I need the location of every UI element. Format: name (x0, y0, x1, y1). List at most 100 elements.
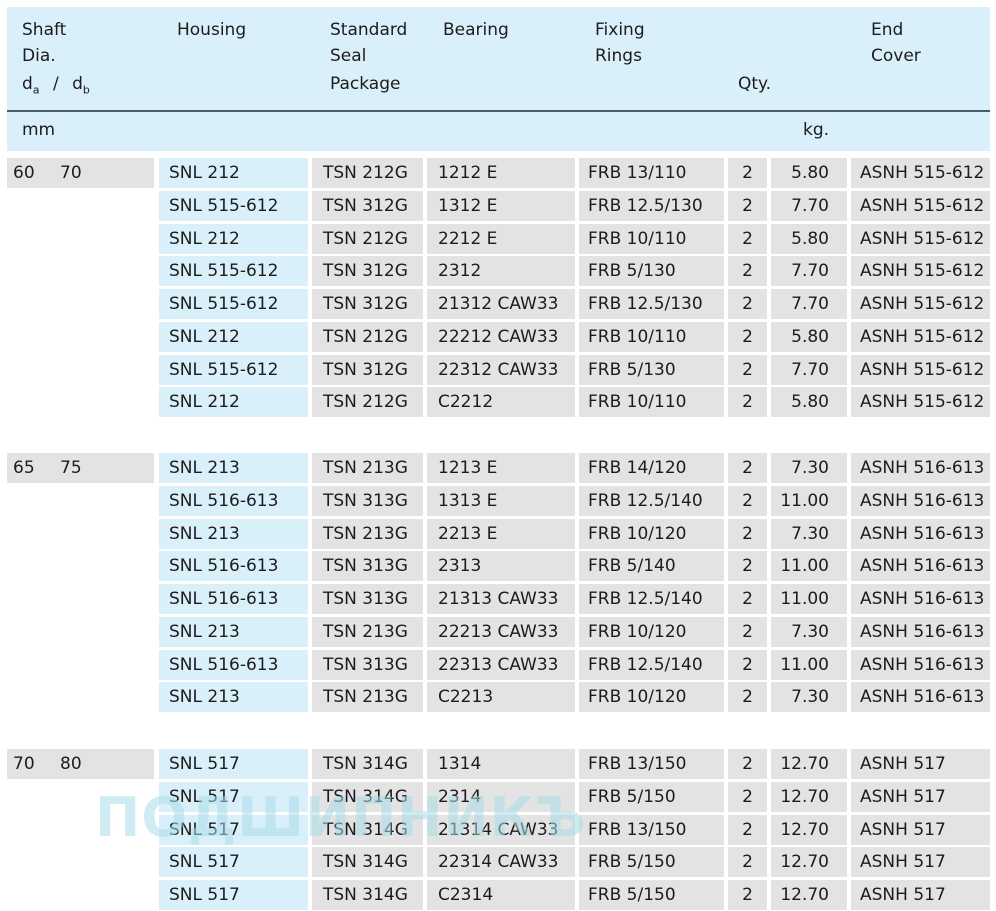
housing-cell: SNL 515-612 (159, 355, 308, 385)
housing-cell: SNL 213 (159, 617, 308, 647)
fixing-rings-cell: FRB 13/150 (579, 749, 724, 779)
housing-cell: SNL 517 (159, 880, 308, 910)
table-row: SNL 515-612 TSN 312G 1312 E FRB 12.5/130 2 7.… (0, 191, 996, 221)
housing-cell: SNL 517 (159, 782, 308, 812)
table-row: SNL 516-613 TSN 313G 2313 FRB 5/140 2 11.00 AS… (0, 551, 996, 581)
bearing-cell: 22314 CAW33 (427, 847, 575, 877)
housing-cell: SNL 212 (159, 322, 308, 352)
weight-cell: 5.80 (771, 158, 847, 188)
table-row: SNL 517 TSN 314G C2314 FRB 5/150 2 12.70 ASNH … (0, 880, 996, 910)
header-fixing-line1: Fixing (595, 20, 645, 40)
seal-cell: TSN 314G (312, 847, 423, 877)
unit-kg: kg. (803, 120, 830, 140)
bearing-cell: 22312 CAW33 (427, 355, 575, 385)
end-cover-cell: ASNH 516-613 (851, 486, 990, 516)
weight-cell: 12.70 (771, 847, 847, 877)
qty-cell: 2 (728, 355, 767, 385)
qty-cell: 2 (728, 322, 767, 352)
weight-cell: 12.70 (771, 749, 847, 779)
header-endcover-line1: End (871, 20, 904, 40)
bearing-cell: 1313 E (427, 486, 575, 516)
end-cover-cell: ASNH 515-612 (851, 322, 990, 352)
end-cover-cell: ASNH 515-612 (851, 158, 990, 188)
fixing-rings-cell: FRB 13/110 (579, 158, 724, 188)
end-cover-cell: ASNH 516-613 (851, 617, 990, 647)
qty-cell: 2 (728, 782, 767, 812)
end-cover-cell: ASNH 516-613 (851, 584, 990, 614)
table-row: SNL 212 TSN 212G 2212 E FRB 10/110 2 5.80 ASNH… (0, 224, 996, 254)
weight-cell: 7.30 (771, 519, 847, 549)
weight-cell: 12.70 (771, 880, 847, 910)
end-cover-cell: ASNH 517 (851, 847, 990, 877)
weight-cell: 7.30 (771, 453, 847, 483)
fixing-rings-cell: FRB 12.5/130 (579, 289, 724, 319)
table-row: SNL 212 TSN 212G 22212 CAW33 FRB 10/110 2 5.8… (0, 322, 996, 352)
fixing-rings-cell: FRB 12.5/140 (579, 650, 724, 680)
housing-cell: SNL 516-613 (159, 584, 308, 614)
seal-cell: TSN 313G (312, 551, 423, 581)
housing-cell: SNL 213 (159, 519, 308, 549)
seal-cell: TSN 212G (312, 158, 423, 188)
fixing-rings-cell: FRB 5/150 (579, 782, 724, 812)
fixing-rings-cell: FRB 10/110 (579, 387, 724, 417)
housing-cell: SNL 516-613 (159, 650, 308, 680)
housing-cell: SNL 517 (159, 815, 308, 845)
table-row: SNL 212 TSN 212G 1212 E FRB 13/110 2 5.80 ASNH… (0, 158, 996, 188)
housing-cell: SNL 515-612 (159, 191, 308, 221)
housing-cell: SNL 517 (159, 749, 308, 779)
header-endcover-line2: Cover (871, 46, 921, 66)
housing-cell: SNL 213 (159, 682, 308, 712)
bearing-cell: 2314 (427, 782, 575, 812)
housing-cell: SNL 517 (159, 847, 308, 877)
table-row: SNL 213 TSN 213G C2213 FRB 10/120 2 7.30 ASNH … (0, 682, 996, 712)
weight-cell: 5.80 (771, 224, 847, 254)
qty-cell: 2 (728, 191, 767, 221)
table-row: SNL 515-612 TSN 312G 21312 CAW33 FRB 12.5/1… (0, 289, 996, 319)
table-row: SNL 516-613 TSN 313G 22313 CAW33 FRB 12.5/1… (0, 650, 996, 680)
header-housing: Housing (177, 20, 247, 40)
qty-cell: 2 (728, 650, 767, 680)
bearing-cell: 21314 CAW33 (427, 815, 575, 845)
qty-cell: 2 (728, 256, 767, 286)
fixing-rings-cell: FRB 10/110 (579, 322, 724, 352)
bearing-cell: 21313 CAW33 (427, 584, 575, 614)
header-seal-line2: Seal (330, 46, 367, 66)
weight-cell: 5.80 (771, 322, 847, 352)
fixing-rings-cell: FRB 14/120 (579, 453, 724, 483)
end-cover-cell: ASNH 517 (851, 880, 990, 910)
weight-cell: 7.70 (771, 191, 847, 221)
qty-cell: 2 (728, 158, 767, 188)
bearing-cell: 1212 E (427, 158, 575, 188)
header-shaft-line1: Shaft (22, 20, 67, 40)
weight-cell: 7.70 (771, 256, 847, 286)
header-seal-line1: Standard (330, 20, 408, 40)
table-row: SNL 212 TSN 212G C2212 FRB 10/110 2 5.80 ASNH … (0, 387, 996, 417)
weight-cell: 12.70 (771, 815, 847, 845)
bearing-cell: 2313 (427, 551, 575, 581)
weight-cell: 7.30 (771, 682, 847, 712)
end-cover-cell: ASNH 515-612 (851, 191, 990, 221)
seal-cell: TSN 314G (312, 749, 423, 779)
qty-cell: 2 (728, 749, 767, 779)
header-shaft-symbols: da / db (22, 74, 90, 97)
fixing-rings-cell: FRB 10/120 (579, 682, 724, 712)
bearing-cell: C2314 (427, 880, 575, 910)
end-cover-cell: ASNH 517 (851, 782, 990, 812)
weight-cell: 11.00 (771, 486, 847, 516)
qty-cell: 2 (728, 551, 767, 581)
unit-mm: mm (22, 120, 56, 140)
end-cover-cell: ASNH 516-613 (851, 453, 990, 483)
bearing-cell: 22213 CAW33 (427, 617, 575, 647)
seal-cell: TSN 314G (312, 782, 423, 812)
bearing-cell: 2212 E (427, 224, 575, 254)
seal-cell: TSN 312G (312, 289, 423, 319)
housing-cell: SNL 515-612 (159, 289, 308, 319)
seal-cell: TSN 312G (312, 355, 423, 385)
housing-cell: SNL 516-613 (159, 486, 308, 516)
table-row: SNL 516-613 TSN 313G 1313 E FRB 12.5/140 2 11… (0, 486, 996, 516)
fixing-rings-cell: FRB 5/150 (579, 880, 724, 910)
seal-cell: TSN 212G (312, 322, 423, 352)
table-row: SNL 517 TSN 314G 1314 FRB 13/150 2 12.70 ASNH … (0, 749, 996, 779)
seal-cell: TSN 313G (312, 584, 423, 614)
end-cover-cell: ASNH 515-612 (851, 256, 990, 286)
